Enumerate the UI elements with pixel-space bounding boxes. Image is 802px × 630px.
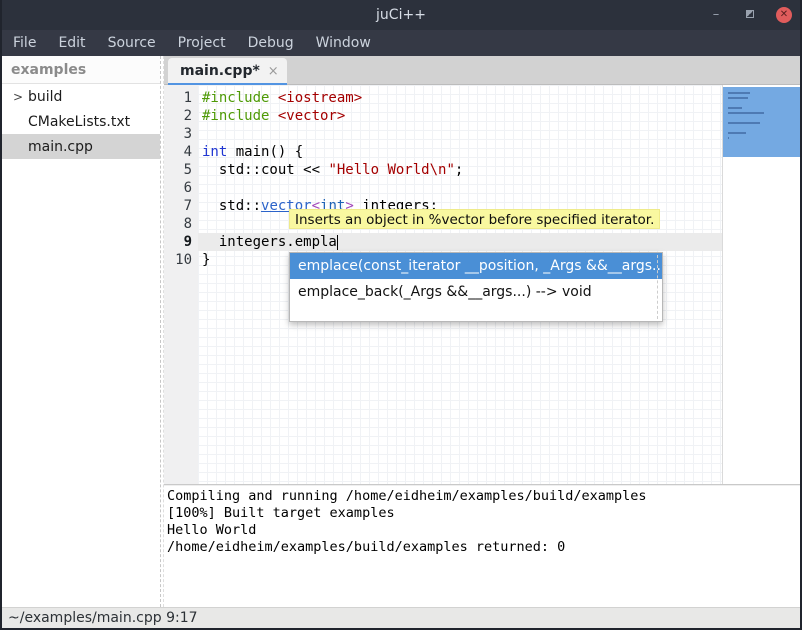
autocomplete-item[interactable]: emplace(const_iterator __position, _Args… xyxy=(290,253,662,279)
output-line: /home/eidheim/examples/build/examples re… xyxy=(167,539,802,556)
code-line: std::cout << "Hello World\n"; xyxy=(198,161,722,179)
status-bar: ~/examples/main.cpp 9:17 xyxy=(2,607,800,628)
project-name-header: examples xyxy=(2,56,160,84)
line-number: 1 xyxy=(164,89,198,107)
code-token: main() { xyxy=(227,144,303,160)
tree-item-label: CMakeLists.txt xyxy=(28,114,130,130)
line-number: 9 xyxy=(164,233,198,251)
line-number-gutter: 12345678910 xyxy=(164,85,198,484)
menu-item-debug[interactable]: Debug xyxy=(237,32,305,54)
minimap-code-line xyxy=(728,137,729,139)
minimize-icon[interactable]: – xyxy=(708,7,724,23)
code-token: std:: xyxy=(202,198,261,214)
status-file-position: ~/examples/main.cpp 9:17 xyxy=(8,610,198,626)
code-line: int main() { xyxy=(198,143,722,161)
code-token: #include xyxy=(202,90,278,106)
output-line: Compiling and running /home/eidheim/exam… xyxy=(167,488,802,505)
title-bar: juCi++ – ✕ xyxy=(0,0,802,30)
line-number: 2 xyxy=(164,107,198,125)
line-number: 4 xyxy=(164,143,198,161)
autocomplete-list: emplace(const_iterator __position, _Args… xyxy=(290,253,662,305)
menu-item-source[interactable]: Source xyxy=(97,32,167,54)
line-number: 10 xyxy=(164,251,198,269)
window-controls: – ✕ xyxy=(708,0,792,30)
file-tree: >build CMakeLists.txt main.cpp xyxy=(2,84,160,159)
code-token: } xyxy=(202,252,210,268)
minimap-code-line xyxy=(728,97,748,99)
line-number: 7 xyxy=(164,197,198,215)
code-line: #include <vector> xyxy=(198,107,722,125)
menu-item-project[interactable]: Project xyxy=(167,32,237,54)
code-token: int xyxy=(202,144,227,160)
code-line xyxy=(198,125,722,143)
autocomplete-item[interactable]: emplace_back(_Args &&__args...) --> void xyxy=(290,279,662,305)
app-window: juCi++ – ✕ FileEditSourceProjectDebugWin… xyxy=(0,0,802,630)
autocomplete-scrollbar[interactable] xyxy=(657,255,658,319)
code-token: std::cout << xyxy=(202,162,328,178)
minimap-code-line xyxy=(728,92,750,94)
minimap-viewport[interactable] xyxy=(723,87,802,157)
line-number: 6 xyxy=(164,179,198,197)
tree-item-label: main.cpp xyxy=(28,139,93,155)
file-tree-panel: examples >build CMakeLists.txt main.cpp xyxy=(2,56,160,607)
output-line: [100%] Built target examples xyxy=(167,505,802,522)
close-icon[interactable]: ✕ xyxy=(776,7,792,23)
line-number: 3 xyxy=(164,125,198,143)
menu-bar: FileEditSourceProjectDebugWindow xyxy=(0,30,802,56)
line-number: 8 xyxy=(164,215,198,233)
code-editor: 12345678910 #include <iostream>#include … xyxy=(164,85,802,484)
minimap-code-line xyxy=(728,112,764,114)
code-token: <vector> xyxy=(278,108,345,124)
code-line xyxy=(198,179,722,197)
code-line: #include <iostream> xyxy=(198,89,722,107)
menu-item-edit[interactable]: Edit xyxy=(47,32,96,54)
window-title: juCi++ xyxy=(376,7,426,23)
tab-label: main.cpp* xyxy=(180,63,260,79)
build-output-panel[interactable]: Compiling and running /home/eidheim/exam… xyxy=(164,486,802,607)
documentation-tooltip: Inserts an object in %vector before spec… xyxy=(289,209,660,229)
autocomplete-popup: emplace(const_iterator __position, _Args… xyxy=(289,252,663,322)
code-token: #include xyxy=(202,108,278,124)
tab-bar: main.cpp* × xyxy=(164,56,802,85)
sidebar-item-build[interactable]: >build xyxy=(2,84,160,109)
sidebar-item-main-cpp[interactable]: main.cpp xyxy=(2,134,160,159)
restore-icon[interactable] xyxy=(742,7,758,23)
minimap-code-line xyxy=(728,107,742,109)
chevron-right-icon: > xyxy=(10,90,26,104)
output-line: Hello World xyxy=(167,522,802,539)
menu-item-window[interactable]: Window xyxy=(305,32,382,54)
menu-item-file[interactable]: File xyxy=(2,32,47,54)
text-cursor xyxy=(337,235,339,250)
code-token: "Hello World\n" xyxy=(328,162,454,178)
code-line: integers.empla xyxy=(198,233,722,251)
minimap-code-line xyxy=(728,122,760,124)
code-token: <iostream> xyxy=(278,90,362,106)
tab-main-cpp-[interactable]: main.cpp* × xyxy=(168,58,287,84)
tree-item-label: build xyxy=(28,89,62,105)
minimap-code-line xyxy=(728,132,746,134)
sidebar-item-cmakelists-txt[interactable]: CMakeLists.txt xyxy=(2,109,160,134)
code-token: ; xyxy=(455,162,463,178)
code-token: integers.empla xyxy=(202,234,337,250)
line-number: 5 xyxy=(164,161,198,179)
tab-close-icon[interactable]: × xyxy=(268,64,279,79)
minimap[interactable] xyxy=(722,85,802,484)
